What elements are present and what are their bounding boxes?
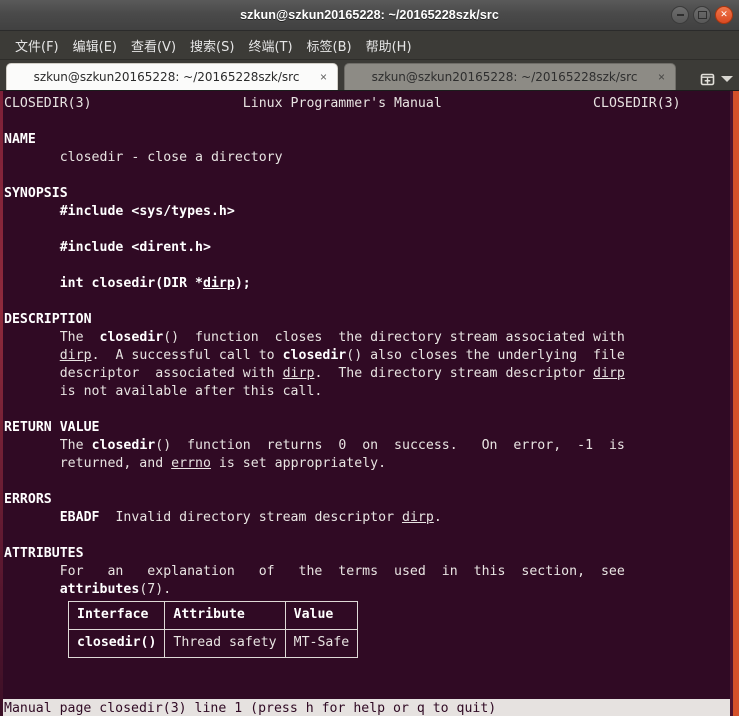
cell-attribute: Thread safety xyxy=(164,629,286,658)
close-button[interactable]: ✕ xyxy=(715,6,733,24)
column-header-value: Value xyxy=(284,601,359,630)
chevron-down-icon[interactable] xyxy=(721,75,733,82)
terminal-left-edge xyxy=(0,91,3,716)
menu-item-tabs[interactable]: 标签(B) xyxy=(300,34,359,57)
manpage-header-left: CLOSEDIR(3) xyxy=(4,96,92,111)
section-heading-errors: ERRORS xyxy=(4,492,52,507)
menu-item-file[interactable]: 文件(F) xyxy=(8,34,66,57)
tab-label: szkun@szkun20165228: ~/20165228szk/src xyxy=(33,70,300,84)
menu-item-search[interactable]: 搜索(S) xyxy=(183,34,241,57)
tab-1[interactable]: szkun@szkun20165228: ~/20165228szk/src × xyxy=(344,63,676,90)
table-header-row: Interface Attribute Value xyxy=(67,601,359,630)
column-header-interface: Interface xyxy=(67,601,166,630)
maximize-icon xyxy=(697,11,707,19)
maximize-button[interactable] xyxy=(693,6,711,24)
cell-value: MT-Safe xyxy=(284,629,359,658)
menubar: 文件(F) 编辑(E) 查看(V) 搜索(S) 终端(T) 标签(B) 帮助(H… xyxy=(0,31,739,60)
section-heading-attributes: ATTRIBUTES xyxy=(4,546,84,561)
close-icon: ✕ xyxy=(720,9,728,20)
tabbar: szkun@szkun20165228: ~/20165228szk/src ×… xyxy=(0,60,739,91)
tab-close-icon[interactable]: × xyxy=(656,70,667,84)
menu-item-terminal[interactable]: 终端(T) xyxy=(241,34,299,57)
attributes-table-wrapper: Interface Attribute Value closedir() Thr… xyxy=(0,601,739,658)
table-row: closedir() Thread safety MT-Safe xyxy=(67,629,359,658)
tab-0[interactable]: szkun@szkun20165228: ~/20165228szk/src × xyxy=(6,63,338,90)
window-title: szkun@szkun20165228: ~/20165228szk/src xyxy=(240,8,499,22)
tabbar-actions xyxy=(693,71,739,90)
minimize-icon xyxy=(676,14,684,16)
section-heading-return-value: RETURN VALUE xyxy=(4,420,100,435)
tab-close-icon[interactable]: × xyxy=(318,70,329,84)
menu-item-view[interactable]: 查看(V) xyxy=(124,34,183,57)
window-controls: ✕ xyxy=(671,0,733,30)
minimize-button[interactable] xyxy=(671,6,689,24)
manpage-header: CLOSEDIR(3) Linux Programmer's Manual CL… xyxy=(4,96,681,111)
pager-status-line: Manual page closedir(3) line 1 (press h … xyxy=(3,699,730,716)
window-titlebar[interactable]: szkun@szkun20165228: ~/20165228szk/src ✕ xyxy=(0,0,739,31)
section-heading-description: DESCRIPTION xyxy=(4,312,92,327)
terminal-content[interactable]: CLOSEDIR(3) Linux Programmer's Manual CL… xyxy=(0,91,739,716)
manpage-header-right: CLOSEDIR(3) xyxy=(593,96,681,111)
attributes-table: Interface Attribute Value closedir() Thr… xyxy=(67,601,359,658)
menu-item-help[interactable]: 帮助(H) xyxy=(359,34,419,57)
terminal-window: szkun@szkun20165228: ~/20165228szk/src ✕… xyxy=(0,0,739,716)
terminal-right-accent-edge xyxy=(733,91,739,716)
new-tab-icon[interactable] xyxy=(699,71,716,86)
section-heading-name: NAME xyxy=(4,132,36,147)
manpage-header-center: Linux Programmer's Manual xyxy=(242,96,442,111)
cell-interface: closedir() xyxy=(67,629,166,658)
menu-item-edit[interactable]: 编辑(E) xyxy=(66,34,124,57)
tab-label: szkun@szkun20165228: ~/20165228szk/src xyxy=(371,70,638,84)
manpage-text: CLOSEDIR(3) Linux Programmer's Manual CL… xyxy=(4,96,681,597)
column-header-attribute: Attribute xyxy=(164,601,286,630)
section-heading-synopsis: SYNOPSIS xyxy=(4,186,68,201)
